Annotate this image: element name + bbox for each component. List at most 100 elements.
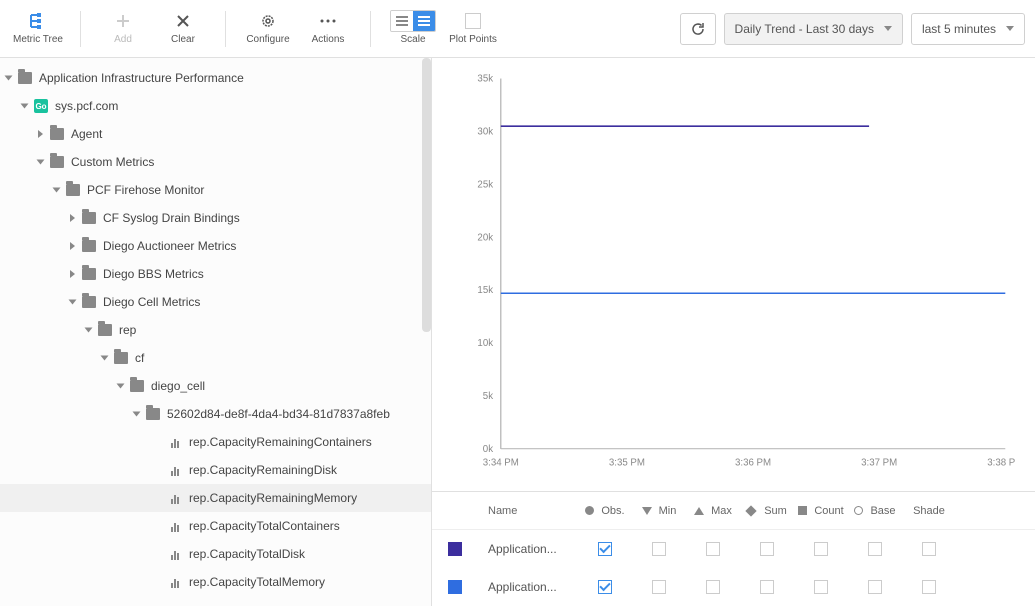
svg-text:30k: 30k bbox=[477, 126, 494, 137]
tree-label: Diego BBS Metrics bbox=[103, 267, 204, 281]
svg-text:15k: 15k bbox=[477, 285, 494, 296]
svg-text:10k: 10k bbox=[477, 338, 494, 349]
tree-label: Custom Metrics bbox=[71, 155, 154, 169]
time-label: last 5 minutes bbox=[922, 22, 996, 36]
trend-dropdown[interactable]: Daily Trend - Last 30 days bbox=[724, 13, 903, 45]
tree-label: PCF Firehose Monitor bbox=[87, 183, 204, 197]
checkbox-obs[interactable] bbox=[598, 542, 612, 556]
plot-points-button[interactable]: Plot Points bbox=[445, 7, 501, 51]
folder-icon bbox=[145, 407, 161, 421]
checkbox-base[interactable] bbox=[868, 580, 882, 594]
hdr-obs[interactable]: Obs. bbox=[578, 505, 632, 517]
checkbox-shade[interactable] bbox=[922, 580, 936, 594]
checkbox-obs[interactable] bbox=[598, 580, 612, 594]
tree-node[interactable]: rep.CapacityTotalMemory bbox=[0, 568, 431, 596]
tree-label: rep.CapacityRemainingContainers bbox=[189, 435, 372, 449]
hdr-max[interactable]: Max bbox=[686, 505, 740, 517]
tree-node[interactable]: rep.CapacityTotalContainers bbox=[0, 512, 431, 540]
add-button[interactable]: Add bbox=[95, 7, 151, 51]
metric-tree-label: Metric Tree bbox=[13, 34, 63, 45]
tree-label: Diego Auctioneer Metrics bbox=[103, 239, 236, 253]
tree-node[interactable]: diego_cell bbox=[0, 372, 431, 400]
folder-icon bbox=[65, 183, 81, 197]
legend-row: Application... bbox=[432, 530, 1035, 568]
checkbox-count[interactable] bbox=[814, 580, 828, 594]
tree-node[interactable]: rep bbox=[0, 316, 431, 344]
refresh-button[interactable] bbox=[680, 13, 716, 45]
refresh-icon bbox=[690, 21, 706, 37]
legend-name: Application... bbox=[488, 580, 578, 594]
tree-icon bbox=[29, 10, 47, 32]
folder-icon bbox=[97, 323, 113, 337]
clear-button[interactable]: Clear bbox=[155, 7, 211, 51]
tree-label: rep.CapacityRemainingDisk bbox=[189, 463, 337, 477]
sidebar: Application Infrastructure PerformanceGo… bbox=[0, 58, 432, 606]
time-dropdown[interactable]: last 5 minutes bbox=[911, 13, 1025, 45]
folder-icon bbox=[129, 379, 145, 393]
folder-icon bbox=[81, 211, 97, 225]
checkbox-max[interactable] bbox=[706, 580, 720, 594]
metric-tree-button[interactable]: Metric Tree bbox=[10, 7, 66, 51]
svg-text:0k: 0k bbox=[483, 444, 494, 455]
legend-row: Application... bbox=[432, 568, 1035, 606]
dots-icon bbox=[320, 10, 336, 32]
bar-chart-icon bbox=[167, 463, 183, 477]
checkbox-sum[interactable] bbox=[760, 580, 774, 594]
tree-node[interactable]: Custom Metrics bbox=[0, 148, 431, 176]
hdr-base[interactable]: Base bbox=[848, 505, 902, 517]
folder-icon bbox=[81, 295, 97, 309]
gear-icon bbox=[260, 10, 276, 32]
chart: 35k30k25k20k15k10k5k0k3:34 PM3:35 PM3:36… bbox=[432, 58, 1035, 491]
tree-node[interactable]: cf bbox=[0, 344, 431, 372]
hdr-sum[interactable]: Sum bbox=[740, 505, 794, 517]
tree-node[interactable]: Gosys.pcf.com bbox=[0, 92, 431, 120]
tree-node[interactable]: Agent bbox=[0, 120, 431, 148]
color-swatch bbox=[448, 580, 462, 594]
checkbox-shade[interactable] bbox=[922, 542, 936, 556]
add-label: Add bbox=[114, 34, 132, 45]
checkbox-min[interactable] bbox=[652, 580, 666, 594]
hdr-min[interactable]: Min bbox=[632, 505, 686, 517]
svg-text:3:37 PM: 3:37 PM bbox=[861, 457, 897, 468]
tree-node[interactable]: 52602d84-de8f-4da4-bd34-81d7837a8feb bbox=[0, 400, 431, 428]
hdr-shade[interactable]: Shade bbox=[902, 505, 956, 517]
tree-node[interactable]: rep.CapacityRemainingMemory bbox=[0, 484, 431, 512]
hdr-count[interactable]: Count bbox=[794, 505, 848, 517]
scale-segmented[interactable] bbox=[390, 10, 436, 32]
scale-toggle[interactable]: Scale bbox=[385, 7, 441, 51]
folder-icon bbox=[81, 267, 97, 281]
tree-node[interactable]: rep.CapacityRemainingDisk bbox=[0, 456, 431, 484]
actions-label: Actions bbox=[312, 34, 345, 45]
chevron-down-icon bbox=[1006, 26, 1014, 31]
tree-node[interactable]: Diego Auctioneer Metrics bbox=[0, 232, 431, 260]
legend-header: Name Obs. Min Max Sum Count Base Shade bbox=[432, 492, 1035, 530]
tree-node[interactable]: Diego Cell Metrics bbox=[0, 288, 431, 316]
tree-node[interactable]: rep.CapacityTotalDisk bbox=[0, 540, 431, 568]
actions-button[interactable]: Actions bbox=[300, 7, 356, 51]
configure-label: Configure bbox=[246, 34, 289, 45]
bar-chart-icon bbox=[167, 519, 183, 533]
checkbox-base[interactable] bbox=[868, 542, 882, 556]
tree-label: diego_cell bbox=[151, 379, 205, 393]
tree-label: 52602d84-de8f-4da4-bd34-81d7837a8feb bbox=[167, 407, 390, 421]
toolbar: Metric Tree Add Clear Configure bbox=[0, 0, 1035, 58]
tree-label: rep.CapacityTotalDisk bbox=[189, 547, 305, 561]
checkbox-min[interactable] bbox=[652, 542, 666, 556]
legend-name: Application... bbox=[488, 542, 578, 556]
tree-node[interactable]: rep.CapacityRemainingContainers bbox=[0, 428, 431, 456]
tree-node[interactable]: Diego BBS Metrics bbox=[0, 260, 431, 288]
tree-node[interactable]: CF Syslog Drain Bindings bbox=[0, 204, 431, 232]
scrollbar[interactable] bbox=[422, 58, 431, 332]
checkbox-sum[interactable] bbox=[760, 542, 774, 556]
folder-icon bbox=[17, 71, 33, 85]
svg-text:25k: 25k bbox=[477, 179, 494, 190]
plotpoints-icon bbox=[465, 10, 481, 32]
checkbox-max[interactable] bbox=[706, 542, 720, 556]
app-badge-icon: Go bbox=[33, 99, 49, 113]
tree-node[interactable]: Application Infrastructure Performance bbox=[0, 64, 431, 92]
folder-icon bbox=[49, 155, 65, 169]
tree-node[interactable]: PCF Firehose Monitor bbox=[0, 176, 431, 204]
configure-button[interactable]: Configure bbox=[240, 7, 296, 51]
svg-text:5k: 5k bbox=[483, 391, 494, 402]
checkbox-count[interactable] bbox=[814, 542, 828, 556]
